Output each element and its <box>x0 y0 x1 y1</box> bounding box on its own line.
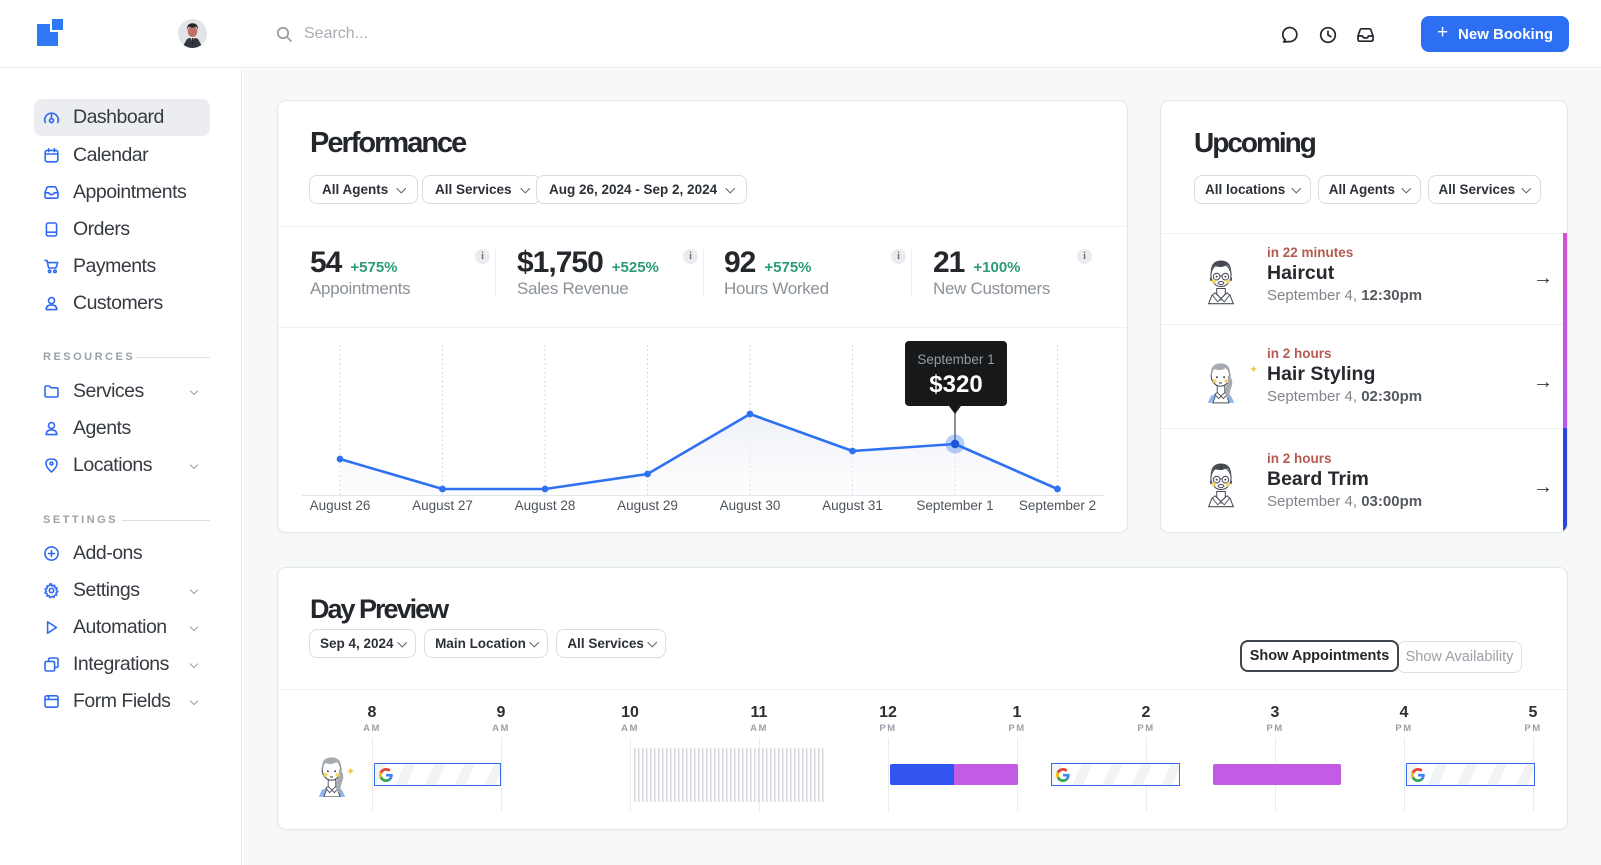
svg-text:September 2: September 2 <box>1019 498 1096 513</box>
svg-text:$320: $320 <box>929 371 982 398</box>
svg-text:August 29: August 29 <box>617 498 678 513</box>
svg-text:August 28: August 28 <box>515 498 576 513</box>
svg-text:August 31: August 31 <box>822 498 883 513</box>
svg-text:August 27: August 27 <box>412 498 473 513</box>
svg-text:August 30: August 30 <box>720 498 781 513</box>
svg-text:August 26: August 26 <box>310 498 371 513</box>
svg-text:September 1: September 1 <box>917 352 994 367</box>
svg-text:September 1: September 1 <box>916 498 993 513</box>
